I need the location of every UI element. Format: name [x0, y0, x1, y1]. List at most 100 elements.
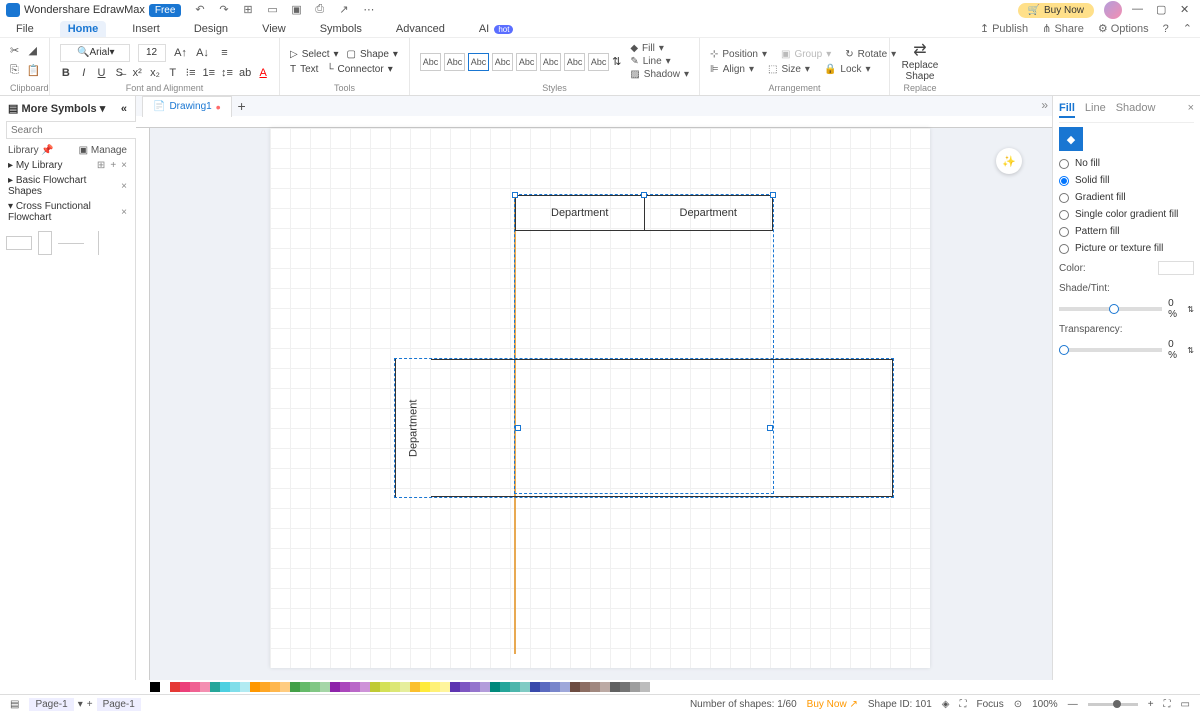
color-chip[interactable]: [300, 682, 310, 692]
color-chip[interactable]: [410, 682, 420, 692]
italic-icon[interactable]: I: [78, 66, 90, 80]
align-btn[interactable]: ⊫ Align▾: [710, 64, 754, 75]
color-chip[interactable]: [330, 682, 340, 692]
radio-gradient[interactable]: Gradient fill: [1059, 189, 1194, 206]
print-icon[interactable]: ⎙: [315, 3, 329, 17]
radio-pattern[interactable]: Pattern fill: [1059, 223, 1194, 240]
style-5[interactable]: Abc: [516, 53, 537, 71]
mylib-toggle[interactable]: ▸ My Library: [8, 160, 63, 171]
radio-nofill[interactable]: No fill: [1059, 155, 1194, 172]
replace-shape-btn[interactable]: ⇄ Replace Shape: [900, 40, 940, 82]
shape-v-swimlane[interactable]: [38, 231, 52, 255]
fill-tool-icon[interactable]: ◆: [1059, 127, 1083, 151]
color-chip[interactable]: [340, 682, 350, 692]
style-6[interactable]: Abc: [540, 53, 561, 71]
connector-tool[interactable]: └ Connector▾: [326, 64, 392, 75]
sub-icon[interactable]: x₂: [149, 66, 161, 80]
color-chip[interactable]: [270, 682, 280, 692]
color-chip[interactable]: [360, 682, 370, 692]
style-3[interactable]: Abc: [468, 53, 489, 71]
color-chip[interactable]: [570, 682, 580, 692]
color-chip[interactable]: [350, 682, 360, 692]
color-chip[interactable]: [480, 682, 490, 692]
collapse-right-icon[interactable]: »: [1041, 98, 1048, 112]
dept-cell-1[interactable]: Department: [516, 196, 645, 230]
paste-icon[interactable]: 📋: [27, 64, 41, 80]
shadow-btn[interactable]: ▨ Shadow▾: [630, 69, 689, 80]
color-chip[interactable]: [370, 682, 380, 692]
color-chip[interactable]: [530, 682, 540, 692]
color-chip[interactable]: [250, 682, 260, 692]
collapse-left-icon[interactable]: «: [121, 103, 127, 115]
menu-file[interactable]: File: [8, 21, 42, 37]
dept-cell-2[interactable]: Department: [645, 196, 773, 230]
canvas[interactable]: Department Department Department ✨: [150, 128, 1052, 680]
more-icon[interactable]: ⋯: [363, 3, 377, 17]
size-btn[interactable]: ⬚ Size▾: [768, 64, 810, 75]
ai-assistant-icon[interactable]: ✨: [996, 148, 1022, 174]
color-chip[interactable]: [580, 682, 590, 692]
page-dropdown[interactable]: ▾: [78, 699, 83, 710]
lock-btn[interactable]: 🔒 Lock▾: [824, 64, 871, 75]
color-chip[interactable]: [180, 682, 190, 692]
rp-tab-shadow[interactable]: Shadow: [1116, 102, 1156, 118]
color-chip[interactable]: [420, 682, 430, 692]
color-chip[interactable]: [200, 682, 210, 692]
color-chip[interactable]: [520, 682, 530, 692]
trans-stepper[interactable]: ⇅: [1187, 346, 1194, 355]
lane-header[interactable]: Department: [395, 359, 431, 497]
open-icon[interactable]: ▭: [267, 3, 281, 17]
zoom-value[interactable]: 100%: [1032, 699, 1058, 710]
highlight-icon[interactable]: ab: [239, 66, 251, 80]
collapse-ribbon-icon[interactable]: ⌃: [1183, 22, 1192, 35]
color-chip[interactable]: [280, 682, 290, 692]
help-icon[interactable]: ?: [1163, 23, 1169, 35]
color-chip[interactable]: [190, 682, 200, 692]
basic-shapes-toggle[interactable]: ▸ Basic Flowchart Shapes: [8, 175, 121, 197]
underline-icon[interactable]: U: [96, 66, 108, 80]
color-chip[interactable]: [490, 682, 500, 692]
color-chip[interactable]: [240, 682, 250, 692]
options-button[interactable]: ⚙ Options: [1098, 22, 1149, 35]
menu-view[interactable]: View: [254, 21, 294, 37]
style-1[interactable]: Abc: [420, 53, 441, 71]
size-select[interactable]: 12: [138, 44, 166, 62]
color-chip[interactable]: [380, 682, 390, 692]
color-chip[interactable]: [160, 682, 170, 692]
menu-symbols[interactable]: Symbols: [312, 21, 370, 37]
menu-advanced[interactable]: Advanced: [388, 21, 453, 37]
style-4[interactable]: Abc: [492, 53, 513, 71]
zoom-in[interactable]: +: [1148, 699, 1154, 710]
zoom-slider[interactable]: [1088, 703, 1138, 706]
minimize-icon[interactable]: —: [1132, 3, 1146, 17]
focus-icon[interactable]: ⛶: [960, 699, 967, 710]
color-chip[interactable]: [430, 682, 440, 692]
color-chip[interactable]: [230, 682, 240, 692]
add-page[interactable]: +: [87, 699, 93, 710]
lib-expand-icon[interactable]: ⊞: [97, 160, 105, 171]
color-chip[interactable]: [460, 682, 470, 692]
color-chip[interactable]: [310, 682, 320, 692]
avatar[interactable]: [1104, 1, 1122, 19]
new-icon[interactable]: ⊞: [243, 3, 257, 17]
shade-slider[interactable]: [1059, 307, 1162, 311]
color-chip[interactable]: [210, 682, 220, 692]
format-painter-icon[interactable]: ◢: [29, 44, 40, 60]
font-color-icon[interactable]: A: [257, 66, 269, 80]
horizontal-swimlane[interactable]: Department: [394, 358, 894, 498]
basic-close-icon[interactable]: ×: [121, 181, 127, 192]
cut-icon[interactable]: ✂: [10, 44, 21, 60]
presentation-icon[interactable]: ▭: [1181, 699, 1190, 710]
menu-design[interactable]: Design: [186, 21, 236, 37]
search-input[interactable]: [6, 121, 148, 139]
color-chip[interactable]: [450, 682, 460, 692]
copy-icon[interactable]: ⎘: [10, 64, 19, 80]
color-chip[interactable]: [400, 682, 410, 692]
lib-close-icon[interactable]: ×: [121, 160, 127, 171]
color-chip[interactable]: [320, 682, 330, 692]
style-2[interactable]: Abc: [444, 53, 465, 71]
radio-single[interactable]: Single color gradient fill: [1059, 206, 1194, 223]
fill-btn[interactable]: ◆ Fill▾: [630, 43, 689, 54]
fullscreen-icon[interactable]: ⛶: [1164, 699, 1171, 710]
color-chip[interactable]: [620, 682, 630, 692]
